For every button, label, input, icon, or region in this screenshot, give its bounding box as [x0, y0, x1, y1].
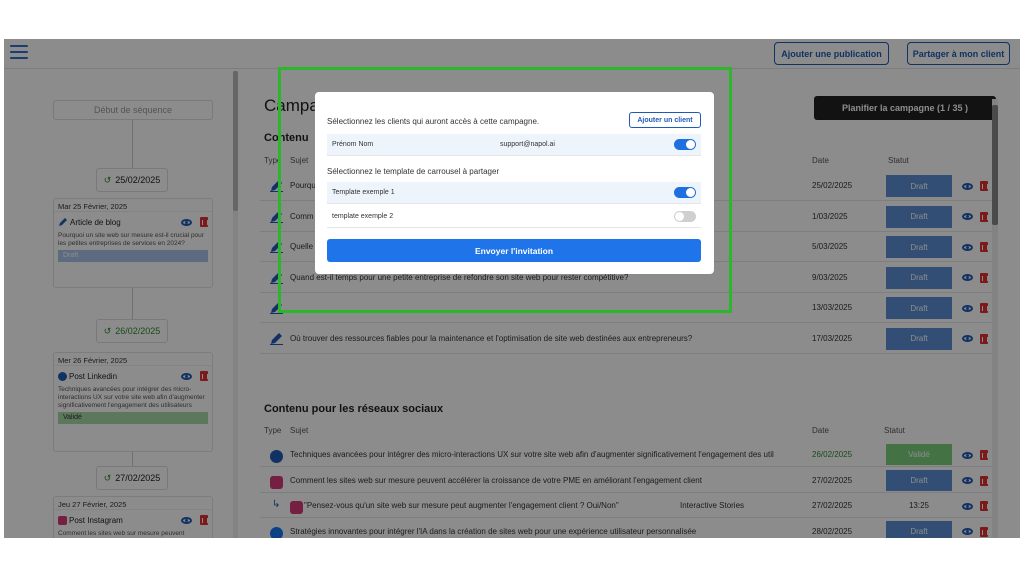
client-toggle[interactable]	[674, 139, 696, 150]
clients-label: Sélectionnez les clients qui auront accè…	[327, 117, 540, 126]
template-name: Template exemple 1	[332, 189, 395, 196]
template-name: template exemple 2	[332, 213, 394, 220]
add-client-button[interactable]: Ajouter un client	[629, 112, 701, 128]
template-label: Sélectionnez le template de carrousel à …	[327, 167, 500, 176]
client-email: support@napol.ai	[500, 141, 555, 148]
client-name: Prénom Nom	[332, 141, 374, 148]
share-modal: Sélectionnez les clients qui auront accè…	[315, 92, 714, 274]
client-row[interactable]: Prénom Nom support@napol.ai	[327, 134, 701, 156]
template-toggle[interactable]	[674, 187, 696, 198]
send-invitation-button[interactable]: Envoyer l'invitation	[327, 239, 701, 262]
template-toggle[interactable]	[674, 211, 696, 222]
template-row[interactable]: template exemple 2	[327, 206, 701, 228]
template-row[interactable]: Template exemple 1	[327, 182, 701, 204]
